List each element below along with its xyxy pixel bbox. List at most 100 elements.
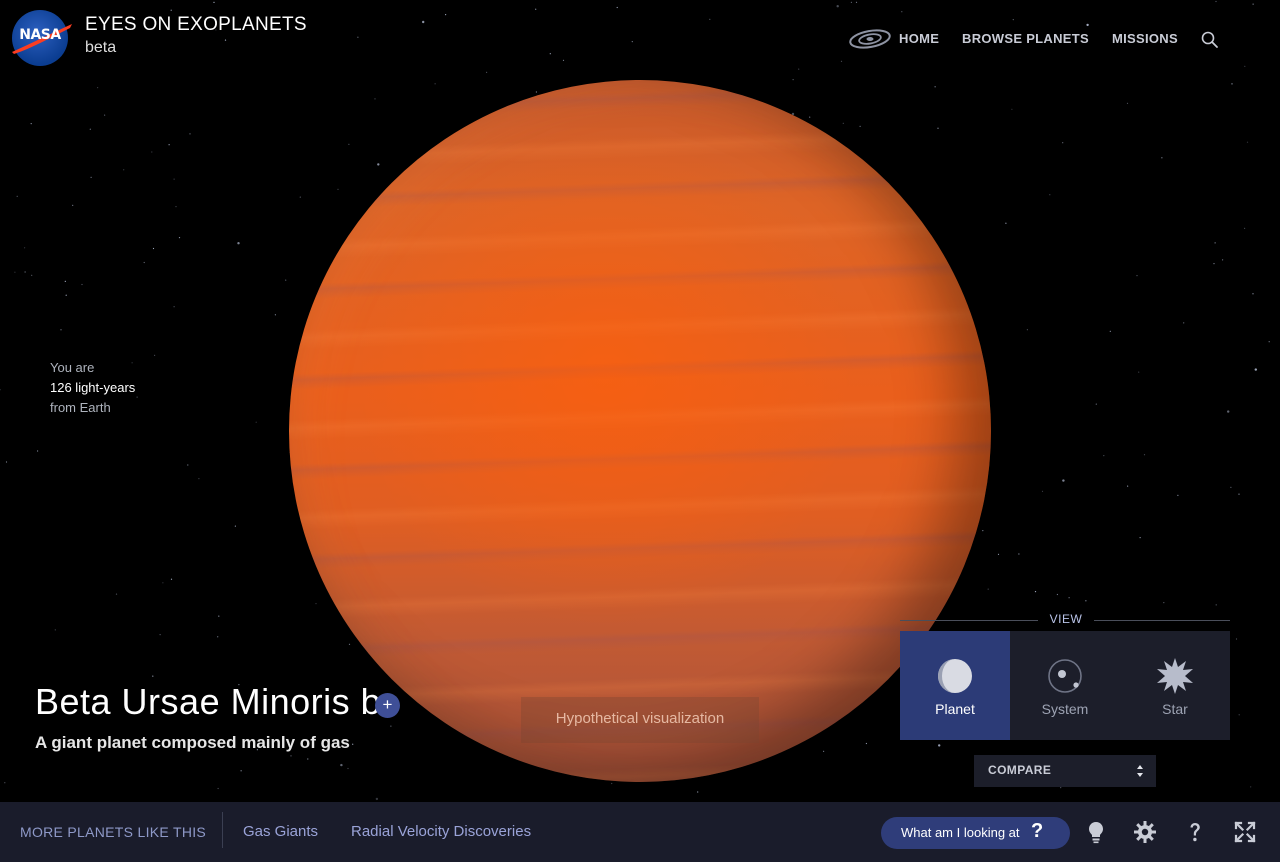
star-dot bbox=[5, 461, 8, 463]
star-dot bbox=[1177, 494, 1179, 496]
planet-icon bbox=[938, 659, 972, 693]
star-dot bbox=[562, 59, 565, 62]
link-radial-velocity[interactable]: Radial Velocity Discoveries bbox=[351, 823, 531, 840]
add-planet-button[interactable]: + bbox=[375, 693, 400, 718]
fullscreen-icon[interactable] bbox=[1233, 820, 1257, 844]
nav-home[interactable]: HOME bbox=[899, 31, 939, 46]
star-dot bbox=[115, 593, 118, 595]
star-dot bbox=[189, 133, 191, 135]
star-dot bbox=[1238, 493, 1240, 495]
star-icon bbox=[1157, 658, 1193, 694]
star-dot bbox=[237, 242, 240, 245]
star-dot bbox=[1246, 141, 1249, 143]
star-dot bbox=[136, 396, 138, 398]
star-dot bbox=[486, 71, 488, 73]
star-dot bbox=[616, 6, 618, 9]
star-dot bbox=[1138, 371, 1140, 373]
help-icon[interactable] bbox=[1183, 820, 1207, 844]
star-dot bbox=[390, 725, 392, 727]
star-dot bbox=[1238, 714, 1240, 716]
link-gas-giants[interactable]: Gas Giants bbox=[243, 823, 318, 840]
star-dot bbox=[173, 178, 175, 180]
star-dot bbox=[347, 767, 349, 770]
star-dot bbox=[836, 5, 839, 8]
space-viewport[interactable]: NASA EYES ON EXOPLANETS beta HOME BROWSE… bbox=[0, 0, 1280, 862]
view-system-button[interactable]: System bbox=[1010, 631, 1120, 740]
star-dot bbox=[1127, 485, 1129, 487]
star-dot bbox=[357, 36, 359, 38]
star-dot bbox=[1026, 329, 1028, 331]
star-dot bbox=[217, 636, 219, 638]
view-planet-button[interactable]: Planet bbox=[900, 631, 1010, 740]
star-dot bbox=[307, 758, 309, 760]
compare-label: COMPARE bbox=[988, 763, 1052, 777]
app-title: EYES ON EXOPLANETS bbox=[85, 14, 307, 35]
star-dot bbox=[1227, 410, 1230, 413]
star-dot bbox=[1062, 142, 1064, 144]
star-dot bbox=[1244, 227, 1246, 229]
planet-shading bbox=[289, 80, 991, 782]
lightbulb-icon[interactable] bbox=[1084, 820, 1108, 844]
star-dot bbox=[1049, 194, 1051, 196]
search-icon[interactable] bbox=[1200, 30, 1220, 50]
star-dot bbox=[151, 151, 153, 153]
star-dot bbox=[1215, 0, 1217, 3]
gear-icon[interactable] bbox=[1133, 820, 1157, 844]
compare-dropdown[interactable]: COMPARE bbox=[974, 755, 1156, 787]
star-dot bbox=[274, 314, 276, 316]
star-dot bbox=[1005, 222, 1007, 224]
star-dot bbox=[938, 744, 941, 747]
question-icon: ? bbox=[1031, 820, 1044, 842]
view-star-button[interactable]: Star bbox=[1120, 631, 1230, 740]
star-dot bbox=[162, 582, 164, 584]
star-dot bbox=[217, 787, 219, 790]
star-dot bbox=[187, 464, 189, 466]
star-dot bbox=[1250, 786, 1252, 788]
star-dot bbox=[798, 68, 800, 70]
star-dot bbox=[842, 122, 844, 124]
star-dot bbox=[1085, 600, 1087, 602]
star-dot bbox=[377, 163, 380, 166]
star-dot bbox=[255, 421, 257, 423]
star-dot bbox=[198, 478, 200, 480]
star-dot bbox=[1231, 83, 1233, 85]
star-dot bbox=[1268, 341, 1270, 343]
star-dot bbox=[1139, 537, 1141, 539]
star-dot bbox=[1254, 368, 1258, 371]
star-dot bbox=[1018, 553, 1020, 555]
galaxy-icon[interactable] bbox=[848, 27, 892, 51]
star-dot bbox=[218, 615, 220, 617]
star-dot bbox=[374, 98, 376, 100]
nav-browse-planets[interactable]: BROWSE PLANETS bbox=[962, 31, 1089, 46]
distance-suffix: from Earth bbox=[50, 400, 111, 415]
star-dot bbox=[170, 578, 173, 580]
star-dot bbox=[1068, 597, 1070, 599]
star-dot bbox=[611, 782, 613, 785]
star-dot bbox=[1126, 102, 1129, 104]
view-selector: Planet System Star bbox=[900, 631, 1230, 740]
star-dot bbox=[348, 143, 350, 145]
star-dot bbox=[1252, 293, 1254, 295]
bottom-divider bbox=[222, 812, 223, 848]
star-dot bbox=[1060, 787, 1062, 789]
nav-missions[interactable]: MISSIONS bbox=[1112, 31, 1178, 46]
star-dot bbox=[1056, 593, 1058, 596]
nasa-logo[interactable]: NASA bbox=[12, 10, 72, 66]
what-am-i-looking-at-button[interactable]: What am I looking at ? bbox=[881, 817, 1070, 849]
star-dot bbox=[154, 354, 156, 356]
star-dot bbox=[240, 770, 242, 772]
more-planets-label: MORE PLANETS LIKE THIS bbox=[20, 824, 207, 840]
star-dot bbox=[178, 237, 181, 239]
star-dot bbox=[168, 144, 170, 146]
star-dot bbox=[445, 14, 447, 16]
logo-text: NASA bbox=[19, 27, 61, 43]
star-dot bbox=[1143, 454, 1146, 456]
star-dot bbox=[340, 763, 343, 767]
star-dot bbox=[348, 643, 351, 645]
star-dot bbox=[937, 127, 939, 129]
bottom-bar: MORE PLANETS LIKE THIS Gas Giants Radial… bbox=[0, 802, 1280, 862]
star-dot bbox=[89, 128, 91, 130]
star-dot bbox=[90, 176, 92, 178]
star-dot bbox=[1034, 591, 1037, 593]
distance-readout: You are 126 light-years from Earth bbox=[50, 358, 135, 418]
